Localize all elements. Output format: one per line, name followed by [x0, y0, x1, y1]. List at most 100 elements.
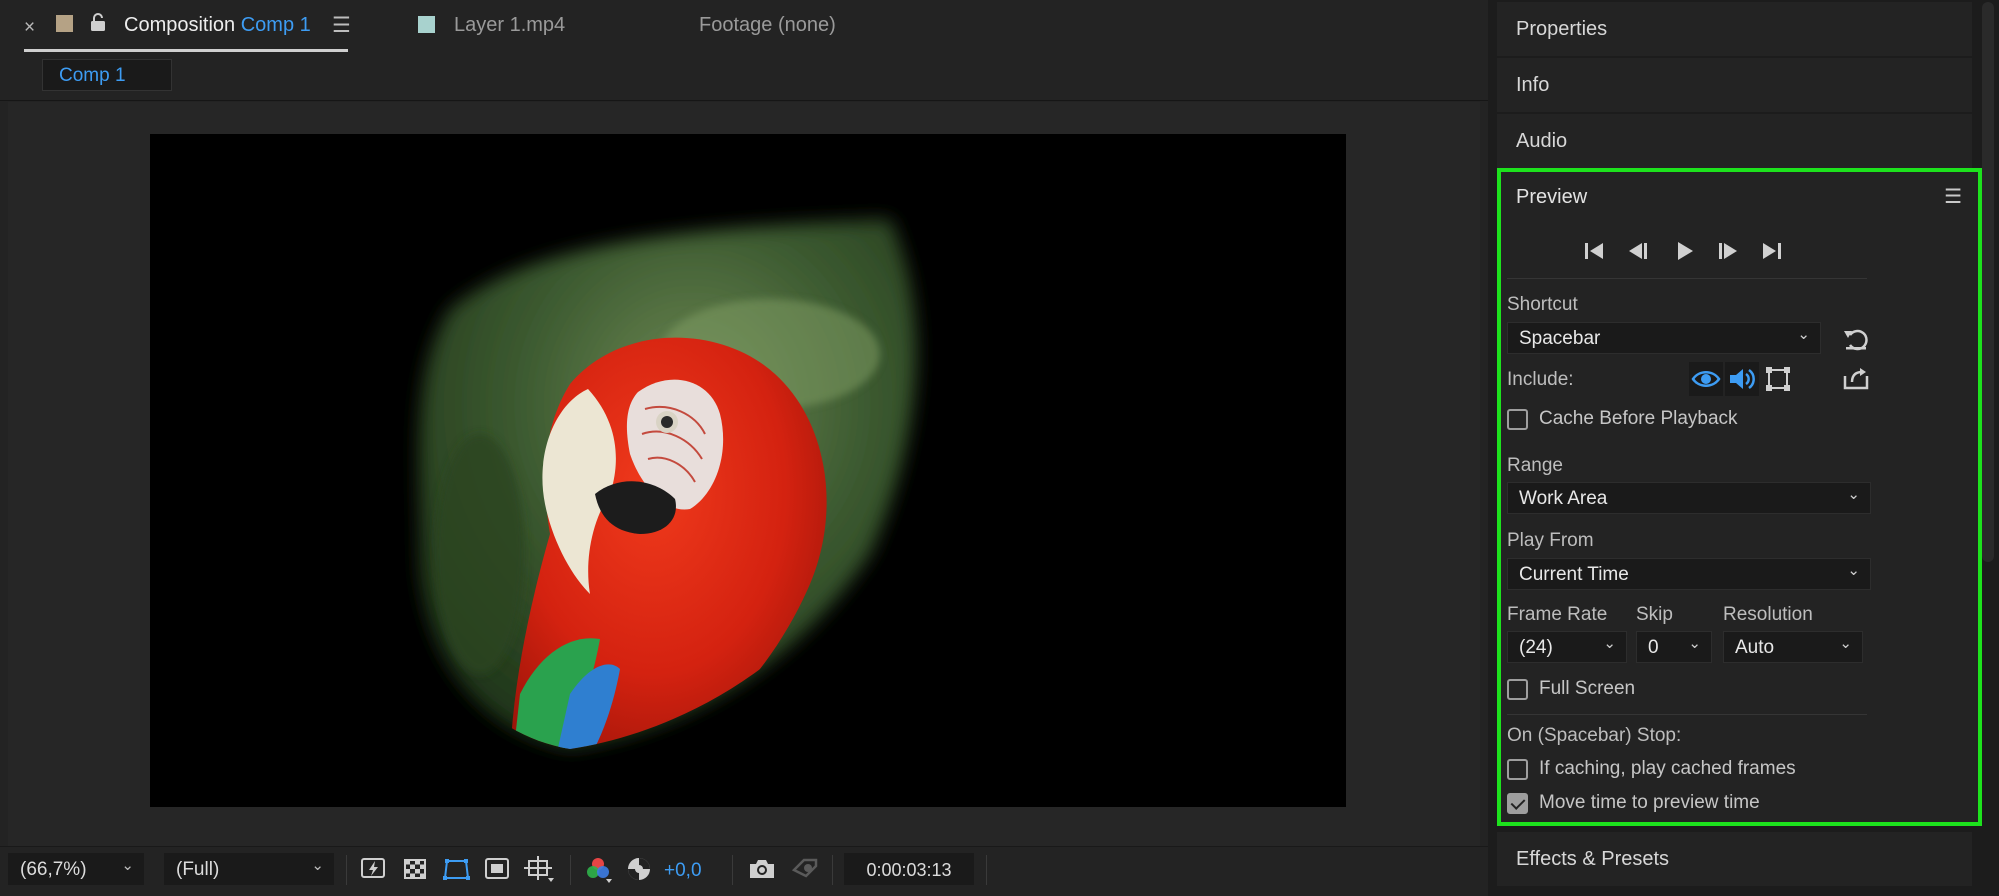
panel-info[interactable]: Info: [1497, 58, 1972, 112]
chevron-down-icon: ⌄: [1688, 635, 1701, 652]
composition-tab-title: Composition Comp 1: [124, 14, 311, 36]
resolution-label: Resolution: [1723, 604, 1813, 625]
skip-label: Skip: [1636, 604, 1673, 625]
close-tab-icon[interactable]: ×: [24, 17, 35, 39]
composition-color-swatch: [56, 15, 73, 32]
fast-previews-icon[interactable]: [360, 856, 390, 884]
checkbox-label: If caching, play cached frames: [1539, 758, 1796, 779]
checkbox-box[interactable]: [1507, 759, 1528, 780]
panel-menu-icon[interactable]: ☰: [1944, 184, 1962, 209]
checkbox-box[interactable]: [1507, 679, 1528, 700]
last-frame-icon[interactable]: [1759, 238, 1785, 264]
full-screen-checkbox[interactable]: Full Screen: [1507, 678, 1807, 702]
tab-menu-icon[interactable]: ☰: [332, 13, 351, 38]
lock-icon[interactable]: [90, 12, 106, 38]
range-dropdown[interactable]: Work Area ⌄: [1507, 482, 1871, 514]
play-icon[interactable]: [1671, 238, 1697, 264]
range-value: Work Area: [1519, 488, 1608, 509]
viewer-bottom-toolbar: (66,7%) ⌄ (Full) ⌄ +0,0 0:00:03:13: [0, 846, 1488, 896]
current-time-display[interactable]: 0:00:03:13: [844, 853, 974, 885]
include-audio-toggle[interactable]: [1725, 362, 1759, 396]
composition-viewer[interactable]: [8, 102, 1480, 846]
range-label: Range: [1507, 455, 1563, 476]
transparency-grid-icon[interactable]: [402, 856, 432, 884]
panel-scrollbar[interactable]: [1982, 2, 1994, 562]
frame-rate-label: Frame Rate: [1507, 604, 1608, 625]
include-video-toggle[interactable]: [1689, 362, 1723, 396]
composition-navigator-bar: Comp 1: [0, 56, 1488, 101]
magnification-value: (66,7%): [20, 859, 87, 880]
speaker-icon: [1730, 368, 1755, 390]
viewer-tab-bar: × Composition Comp 1 ☰ Layer 1.mp4 Foota…: [0, 0, 1488, 56]
reset-exposure-icon[interactable]: [626, 856, 656, 884]
chevron-down-icon: ⌄: [311, 857, 324, 874]
skip-value: 0: [1648, 637, 1659, 658]
shortcut-value: Spacebar: [1519, 328, 1601, 349]
composition-panel: × Composition Comp 1 ☰ Layer 1.mp4 Foota…: [0, 0, 1488, 896]
toolbar-divider: [732, 855, 733, 885]
chevron-down-icon: ⌄: [121, 857, 134, 874]
on-stop-label: On (Spacebar) Stop:: [1507, 725, 1682, 746]
layer-tab-label: Layer 1.mp4: [454, 14, 566, 36]
play-from-label: Play From: [1507, 530, 1594, 551]
composition-tab-comp-name: Comp 1: [240, 14, 311, 36]
move-time-checkbox[interactable]: Move time to preview time: [1507, 792, 1847, 816]
channel-rgb-icon[interactable]: [584, 856, 614, 884]
skip-dropdown[interactable]: 0 ⌄: [1636, 631, 1712, 663]
divider: [1507, 714, 1867, 715]
toolbar-divider: [832, 855, 833, 885]
tab-composition[interactable]: × Composition Comp 1 ☰: [24, 12, 351, 52]
chevron-down-icon: ⌄: [1603, 635, 1616, 652]
divider: [1507, 278, 1867, 279]
first-frame-icon[interactable]: [1581, 238, 1607, 264]
shortcut-label: Shortcut: [1507, 294, 1578, 315]
if-caching-checkbox[interactable]: If caching, play cached frames: [1507, 758, 1847, 782]
checkbox-label: Full Screen: [1539, 678, 1636, 699]
play-from-value: Current Time: [1519, 564, 1629, 585]
resolution-value: (Full): [176, 859, 220, 880]
next-frame-icon[interactable]: [1715, 238, 1741, 264]
eye-icon: [1691, 371, 1721, 387]
right-panel-stack: Properties Info Audio Preview ☰ Shortcut…: [1488, 0, 1999, 896]
magnification-dropdown[interactable]: (66,7%) ⌄: [8, 853, 144, 885]
panel-audio[interactable]: Audio: [1497, 114, 1972, 168]
grid-guides-icon[interactable]: [524, 856, 554, 884]
comp-breadcrumb-chip[interactable]: Comp 1: [42, 59, 172, 91]
shortcut-dropdown[interactable]: Spacebar ⌄: [1507, 322, 1821, 354]
checkbox-label: Move time to preview time: [1539, 792, 1760, 813]
resolution-dropdown[interactable]: Auto ⌄: [1723, 631, 1863, 663]
mask-path-visibility-icon[interactable]: [442, 856, 472, 884]
checkbox-box[interactable]: [1507, 409, 1528, 430]
composition-canvas[interactable]: [150, 134, 1346, 807]
frame-rate-dropdown[interactable]: (24) ⌄: [1507, 631, 1627, 663]
toolbar-divider: [346, 855, 347, 885]
chevron-down-icon: ⌄: [1847, 486, 1860, 503]
export-settings-icon[interactable]: [1841, 366, 1871, 392]
transport-controls: [1581, 238, 1801, 268]
play-from-dropdown[interactable]: Current Time ⌄: [1507, 558, 1871, 590]
resolution-dropdown[interactable]: (Full) ⌄: [164, 853, 334, 885]
include-label: Include:: [1507, 369, 1574, 390]
reset-shortcut-icon[interactable]: [1841, 326, 1871, 352]
checkbox-label: Cache Before Playback: [1539, 408, 1738, 429]
show-snapshot-icon[interactable]: [790, 856, 820, 884]
layer-color-swatch: [418, 16, 435, 33]
preview-panel: Preview ☰ Shortcut Spacebar ⌄ Include: Ca…: [1497, 168, 1982, 826]
exposure-value[interactable]: +0,0: [664, 860, 702, 882]
region-of-interest-icon[interactable]: [484, 856, 514, 884]
chevron-down-icon: ⌄: [1839, 635, 1852, 652]
previous-frame-icon[interactable]: [1625, 238, 1651, 264]
include-overlays-icon[interactable]: [1763, 364, 1793, 394]
toolbar-divider: [570, 855, 571, 885]
checkbox-box-checked[interactable]: [1507, 793, 1528, 814]
cache-before-playback-checkbox[interactable]: Cache Before Playback: [1507, 408, 1807, 432]
panel-effects-presets[interactable]: Effects & Presets: [1497, 832, 1972, 886]
panel-properties[interactable]: Properties: [1497, 2, 1972, 56]
frame-rate-value: (24): [1519, 637, 1553, 658]
parrot-footage-image: [418, 219, 917, 749]
preview-panel-title: Preview: [1516, 186, 1588, 208]
tab-footage[interactable]: Footage (none): [699, 14, 836, 37]
chevron-down-icon: ⌄: [1847, 562, 1860, 579]
snapshot-camera-icon[interactable]: [748, 856, 778, 884]
preview-resolution-value: Auto: [1735, 637, 1775, 658]
